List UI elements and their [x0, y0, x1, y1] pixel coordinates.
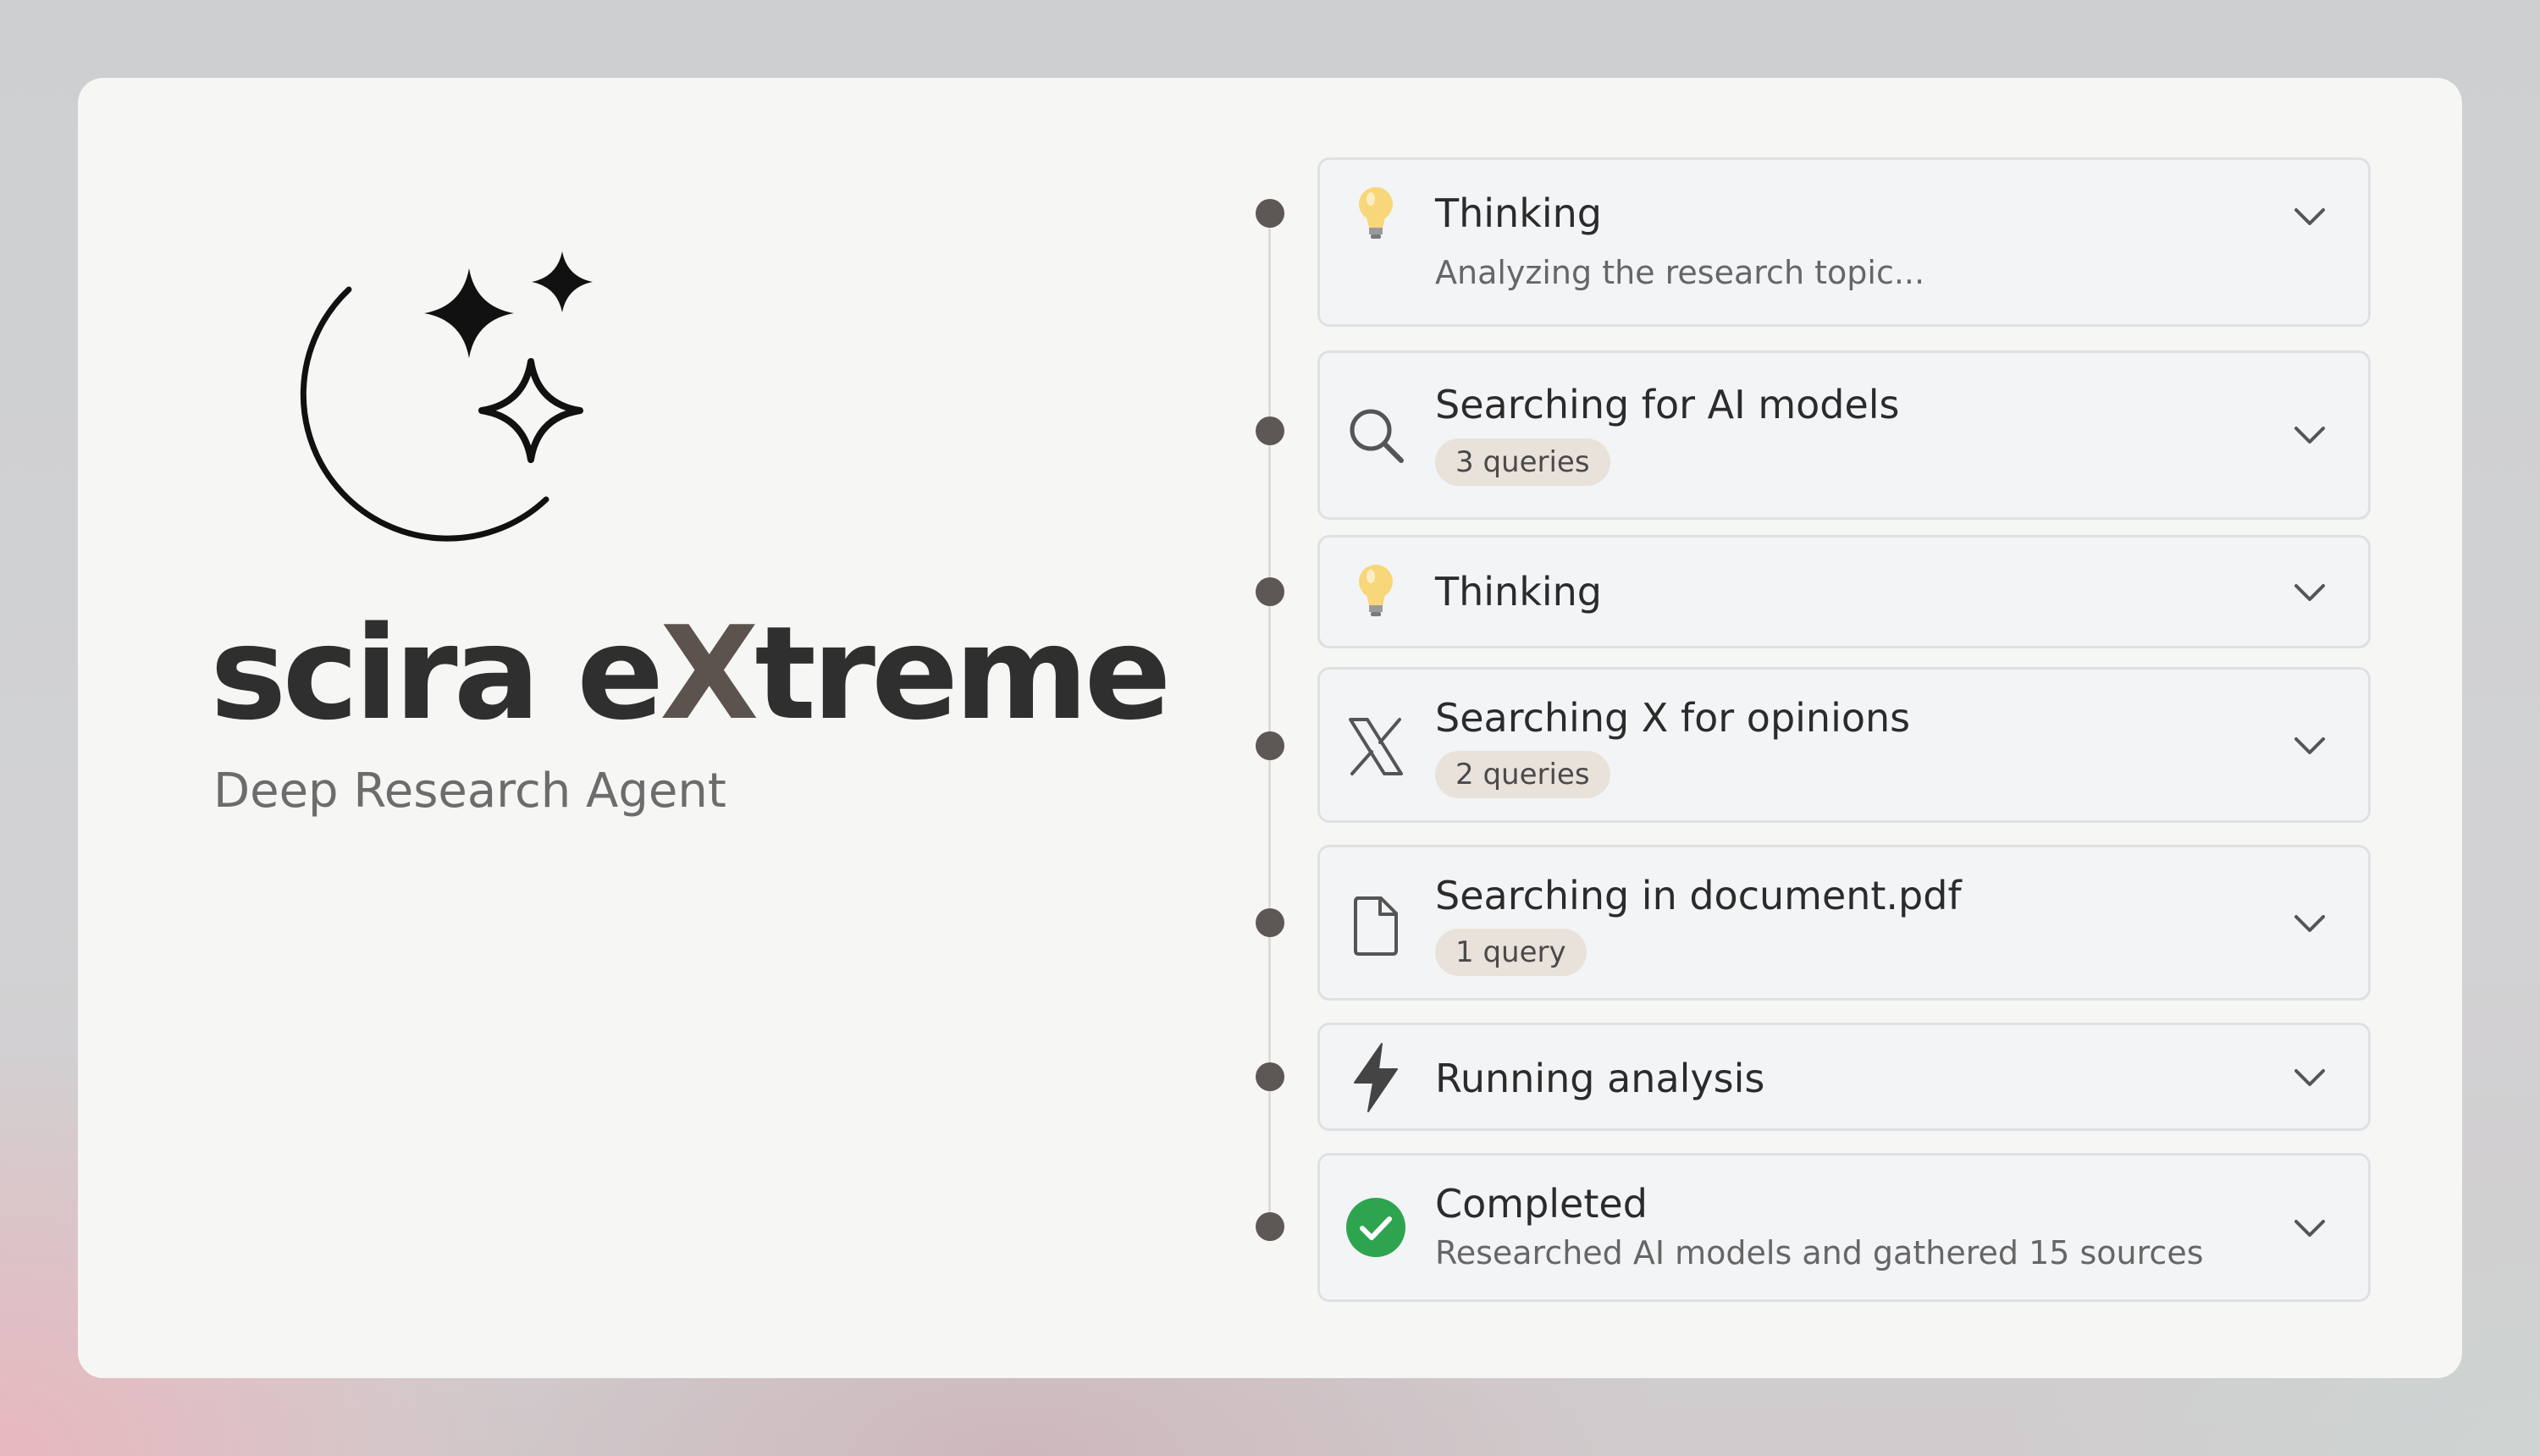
- step-title: Completed: [1435, 1181, 1648, 1227]
- query-count-badge: 3 queries: [1435, 438, 1610, 486]
- lightbulb-icon: [1342, 558, 1410, 626]
- brand-title-suffix: treme: [754, 598, 1171, 748]
- x-logo-icon: [1342, 713, 1410, 780]
- timeline-dot: [1256, 1062, 1284, 1091]
- chevron-down-icon[interactable]: [2289, 196, 2331, 238]
- step-title: Searching in document.pdf: [1435, 873, 1962, 918]
- check-circle-icon: [1342, 1194, 1410, 1261]
- chevron-down-icon[interactable]: [2289, 571, 2331, 614]
- chevron-down-icon[interactable]: [2289, 1056, 2331, 1099]
- timeline-dot: [1256, 199, 1284, 228]
- timeline-dot: [1256, 1212, 1284, 1241]
- lightbulb-icon: [1342, 180, 1410, 248]
- step-title: Searching for AI models: [1435, 382, 1900, 427]
- step-title: Thinking: [1435, 190, 1602, 236]
- step-subtitle: Researched AI models and gathered 15 sou…: [1435, 1234, 2204, 1271]
- chevron-down-icon[interactable]: [2289, 902, 2331, 945]
- step-title: Running analysis: [1435, 1056, 1765, 1101]
- step-card-running-analysis[interactable]: Running analysis: [1317, 1023, 2371, 1131]
- timeline-dot: [1256, 416, 1284, 445]
- timeline-dot: [1256, 731, 1284, 760]
- chevron-down-icon[interactable]: [2289, 1207, 2331, 1249]
- moon-sparkles-logo-icon: [300, 251, 593, 542]
- brand-title: scira eXtreme: [210, 609, 1172, 738]
- timeline-dot: [1256, 577, 1284, 606]
- query-count-badge: 2 queries: [1435, 751, 1610, 798]
- step-subtitle: Analyzing the research topic...: [1435, 254, 1925, 291]
- step-card-search-ai-models[interactable]: Searching for AI models 3 queries: [1317, 350, 2371, 520]
- step-title: Searching X for opinions: [1435, 695, 1911, 741]
- query-count-badge: 1 query: [1435, 929, 1587, 976]
- brand-title-accent: X: [660, 598, 759, 748]
- step-card-completed[interactable]: Completed Researched AI models and gathe…: [1317, 1153, 2371, 1302]
- brand-tagline: Deep Research Agent: [213, 764, 726, 819]
- lightning-icon: [1342, 1043, 1410, 1112]
- step-card-thinking[interactable]: Thinking Analyzing the research topic...: [1317, 157, 2371, 327]
- brand-title-prefix: scira e: [210, 598, 664, 748]
- step-card-search-x[interactable]: Searching X for opinions 2 queries: [1317, 667, 2371, 823]
- step-card-search-document[interactable]: Searching in document.pdf 1 query: [1317, 845, 2371, 1001]
- main-card: scira eXtreme Deep Research Agent Thinki…: [78, 78, 2462, 1378]
- step-title: Thinking: [1435, 569, 1602, 615]
- chevron-down-icon[interactable]: [2289, 725, 2331, 767]
- timeline-dot: [1256, 908, 1284, 937]
- search-icon: [1342, 401, 1410, 469]
- chevron-down-icon[interactable]: [2289, 414, 2331, 456]
- document-icon: [1342, 891, 1410, 959]
- step-card-thinking-2[interactable]: Thinking: [1317, 535, 2371, 648]
